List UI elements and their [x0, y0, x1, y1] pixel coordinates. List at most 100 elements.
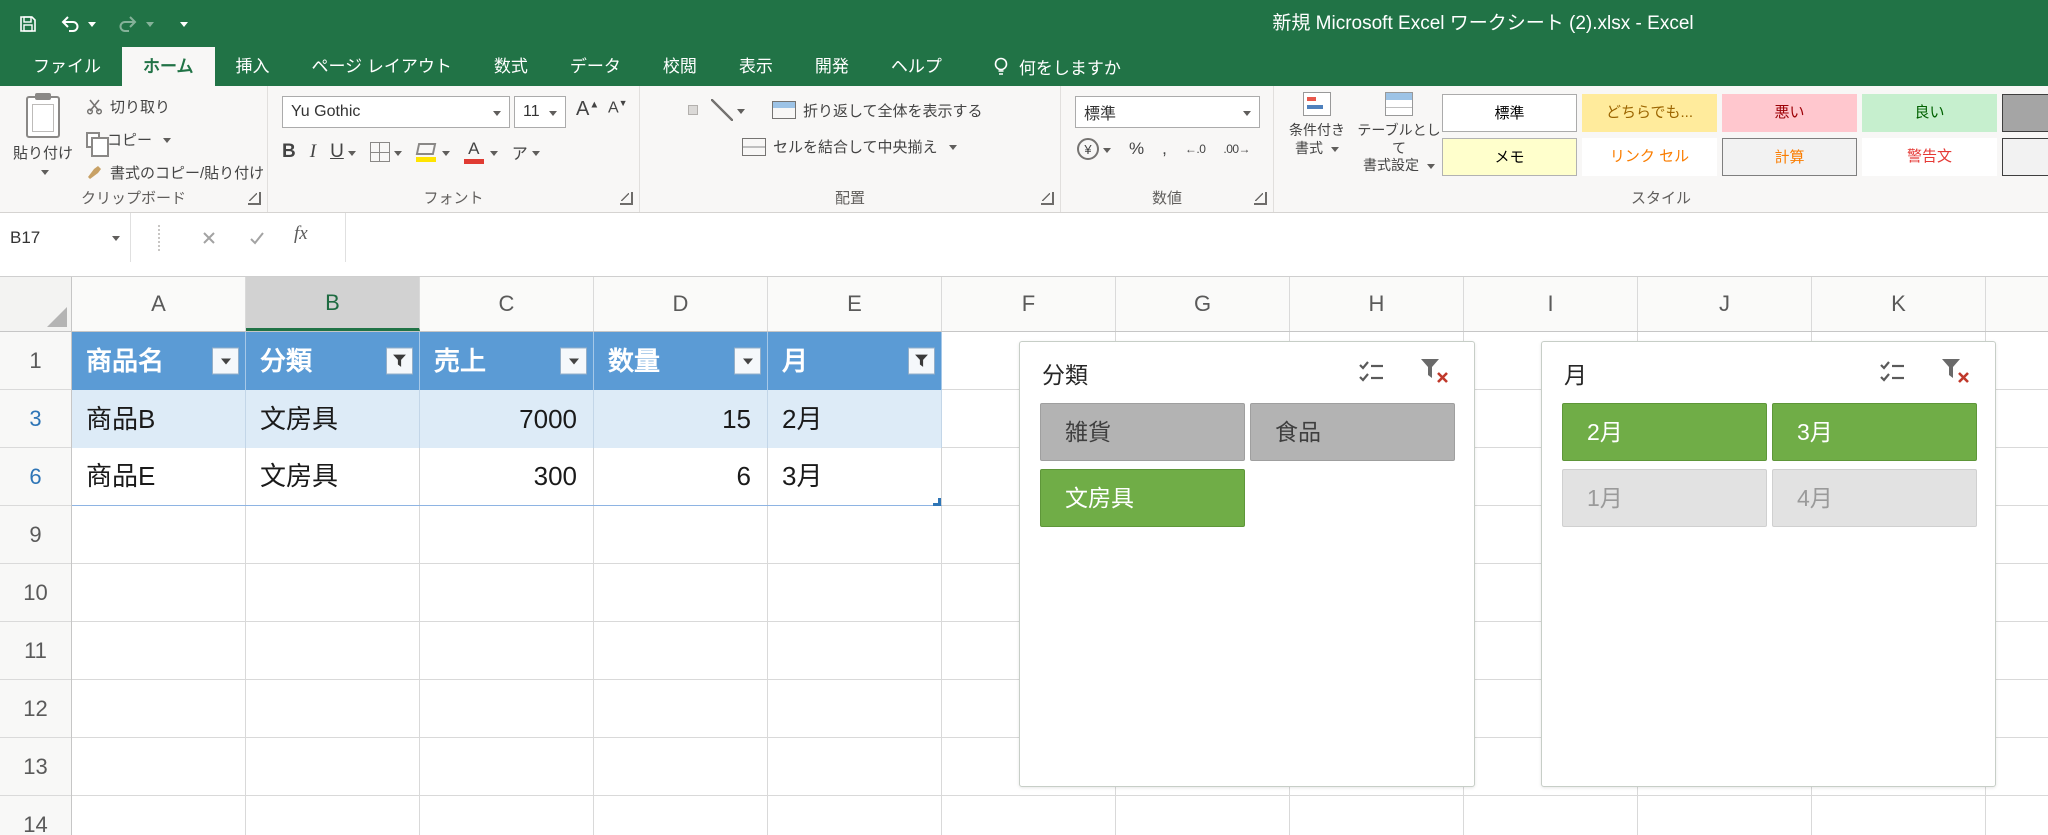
table-header-product[interactable]: 商品名: [72, 332, 246, 390]
cell-b6[interactable]: 文房具: [246, 448, 420, 505]
cell-e3[interactable]: 2月: [768, 390, 942, 448]
number-dialog-launcher-icon[interactable]: [1254, 192, 1267, 205]
column-header-k[interactable]: K: [1812, 277, 1986, 331]
font-dialog-launcher-icon[interactable]: [620, 192, 633, 205]
tab-data[interactable]: データ: [549, 47, 642, 86]
borders-button[interactable]: [369, 142, 402, 162]
tell-me-box[interactable]: 何をしますか: [991, 47, 1121, 86]
align-middle-button[interactable]: [670, 105, 680, 115]
select-all-corner[interactable]: [0, 277, 72, 331]
font-family-select[interactable]: Yu Gothic: [282, 96, 510, 128]
align-right-button[interactable]: [688, 142, 698, 152]
redo-button[interactable]: [118, 15, 154, 33]
cancel-button[interactable]: [196, 225, 222, 251]
row-header-11[interactable]: 11: [0, 622, 71, 680]
column-header-b[interactable]: B: [246, 277, 420, 331]
row-header-13[interactable]: 13: [0, 738, 71, 796]
enter-button[interactable]: [244, 225, 270, 251]
table-resize-handle[interactable]: [933, 498, 941, 506]
slicer-item-mar[interactable]: 3月: [1772, 403, 1977, 461]
tab-page-layout[interactable]: ページ レイアウト: [291, 47, 473, 86]
cell-style-calculation[interactable]: 計算: [1722, 138, 1857, 176]
cell-c6[interactable]: 300: [420, 448, 594, 505]
column-header-d[interactable]: D: [594, 277, 768, 331]
phonetic-guide-button[interactable]: ア: [512, 140, 540, 164]
grow-font-button[interactable]: A▲: [576, 98, 599, 121]
cell-style-warning-text[interactable]: 警告文: [1862, 138, 1997, 176]
tab-insert[interactable]: 挿入: [215, 47, 291, 86]
table-header-quantity[interactable]: 数量: [594, 332, 768, 390]
multi-select-icon[interactable]: [1877, 358, 1907, 391]
increase-indent-button[interactable]: [724, 142, 734, 152]
copy-button[interactable]: コピー: [86, 129, 264, 157]
clipboard-dialog-launcher-icon[interactable]: [248, 192, 261, 205]
tab-developer[interactable]: 開発: [794, 47, 870, 86]
row-header-3[interactable]: 3: [0, 390, 71, 448]
undo-caret-icon[interactable]: [88, 22, 96, 31]
clear-filter-icon[interactable]: [1939, 356, 1971, 391]
save-button[interactable]: [18, 14, 38, 34]
cell-d6[interactable]: 6: [594, 448, 768, 505]
insert-function-button[interactable]: fx: [294, 223, 308, 245]
tab-view[interactable]: 表示: [718, 47, 794, 86]
fill-color-caret-icon[interactable]: [441, 150, 450, 160]
tab-formulas[interactable]: 数式: [473, 47, 549, 86]
formula-input[interactable]: [345, 213, 2048, 262]
align-left-button[interactable]: [652, 142, 662, 152]
name-box[interactable]: B17: [0, 213, 131, 262]
comma-style-button[interactable]: ,: [1162, 139, 1167, 159]
slicer-item-zakka[interactable]: 雑貨: [1040, 403, 1245, 461]
column-header-f[interactable]: F: [942, 277, 1116, 331]
align-center-button[interactable]: [670, 142, 680, 152]
tab-home[interactable]: ホーム: [122, 47, 215, 86]
cell-a3[interactable]: 商品B: [72, 390, 246, 448]
alignment-dialog-launcher-icon[interactable]: [1041, 192, 1054, 205]
percent-style-button[interactable]: %: [1129, 139, 1144, 159]
slicer-item-shokuhin[interactable]: 食品: [1250, 403, 1455, 461]
cell-d3[interactable]: 15: [594, 390, 768, 448]
filter-button-product[interactable]: [212, 347, 239, 375]
table-header-month[interactable]: 月: [768, 332, 942, 390]
cell-style-note[interactable]: メモ: [1442, 138, 1577, 176]
cell-style-partial-bottom[interactable]: [2002, 138, 2048, 176]
filter-button-sales[interactable]: [560, 347, 587, 375]
font-color-caret-icon[interactable]: [489, 150, 498, 160]
row-header-10[interactable]: 10: [0, 564, 71, 622]
conditional-formatting-button[interactable]: 条件付き 書式: [1280, 92, 1354, 157]
row-header-9[interactable]: 9: [0, 506, 71, 564]
wrap-text-button[interactable]: 折り返して全体を表示する: [772, 100, 983, 121]
cut-button[interactable]: 切り取り: [86, 96, 264, 117]
cell-style-good[interactable]: 良い: [1862, 94, 1997, 132]
table-header-sales[interactable]: 売上: [420, 332, 594, 390]
fill-color-button[interactable]: [415, 142, 437, 162]
filter-button-month[interactable]: [908, 347, 935, 375]
italic-button[interactable]: I: [310, 141, 316, 163]
format-painter-button[interactable]: 書式のコピー/貼り付け: [86, 162, 264, 183]
tab-review[interactable]: 校閲: [642, 47, 718, 86]
redo-caret-icon[interactable]: [146, 22, 154, 31]
number-format-select[interactable]: 標準: [1075, 96, 1260, 128]
cell-e6[interactable]: 3月: [768, 448, 942, 505]
cell-c3[interactable]: 7000: [420, 390, 594, 448]
filter-button-quantity[interactable]: [734, 347, 761, 375]
bold-button[interactable]: B: [282, 141, 296, 163]
column-header-g[interactable]: G: [1116, 277, 1290, 331]
shrink-font-button[interactable]: A▼: [608, 98, 628, 117]
decrease-indent-button[interactable]: [706, 142, 716, 152]
cell-a6[interactable]: 商品E: [72, 448, 246, 505]
column-header-c[interactable]: C: [420, 277, 594, 331]
undo-button[interactable]: [60, 15, 96, 33]
cell-style-normal[interactable]: 標準: [1442, 94, 1577, 132]
decrease-decimal-button[interactable]: .00→: [1223, 142, 1250, 156]
column-header-e[interactable]: E: [768, 277, 942, 331]
cell-style-neutral[interactable]: どちらでも...: [1582, 94, 1717, 132]
underline-button[interactable]: U: [330, 141, 356, 163]
column-header-h[interactable]: H: [1290, 277, 1464, 331]
slicer-item-bunbougu[interactable]: 文房具: [1040, 469, 1245, 527]
align-bottom-button[interactable]: [688, 105, 698, 115]
cell-style-partial-top[interactable]: [2002, 94, 2048, 132]
column-header-j[interactable]: J: [1638, 277, 1812, 331]
paste-button[interactable]: 貼り付け: [10, 94, 76, 190]
align-top-button[interactable]: [652, 105, 662, 115]
font-size-select[interactable]: 11: [514, 96, 566, 128]
